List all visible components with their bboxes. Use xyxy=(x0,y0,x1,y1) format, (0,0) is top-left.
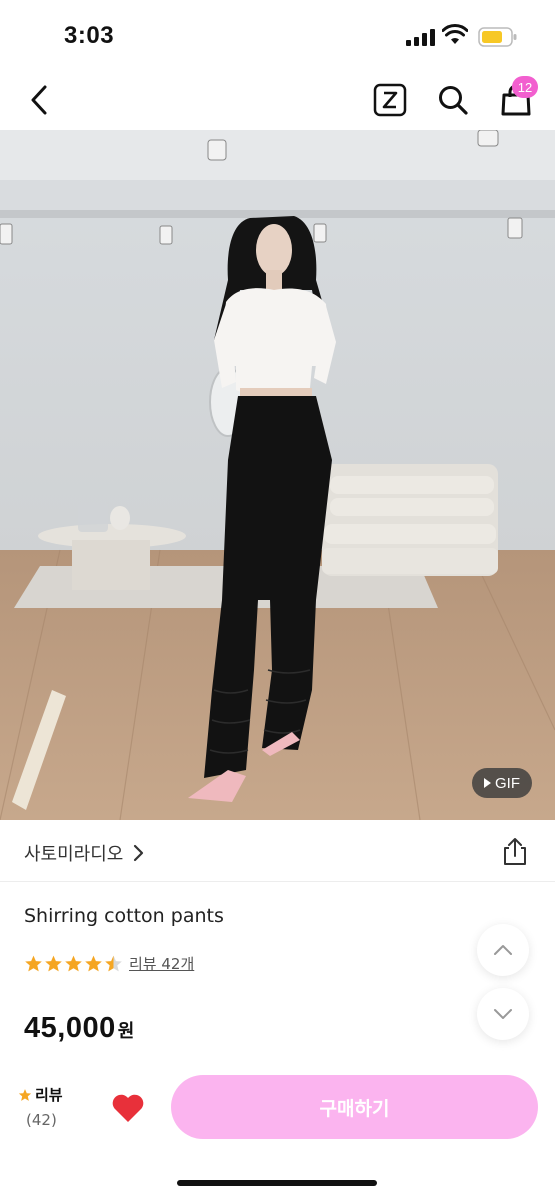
review-summary-button[interactable]: 리뷰 (42) xyxy=(18,1084,82,1129)
wishlist-button[interactable] xyxy=(108,1088,148,1128)
product-image[interactable] xyxy=(0,130,555,820)
scroll-up-button[interactable] xyxy=(477,924,529,976)
price-currency: 원 xyxy=(117,1021,135,1042)
chevron-up-icon xyxy=(494,945,512,955)
battery-icon xyxy=(478,27,517,47)
scroll-down-button[interactable] xyxy=(477,988,529,1040)
gif-badge[interactable]: GIF xyxy=(472,768,532,798)
status-bar: 3:03 xyxy=(0,0,555,72)
search-icon xyxy=(439,86,468,115)
chevron-right-icon xyxy=(134,844,144,862)
star-icon xyxy=(25,955,42,971)
cart-count-badge: 12 xyxy=(512,76,538,98)
shop-row: 사토미라디오 xyxy=(0,820,555,882)
price-row: 45,000 원 xyxy=(24,1012,134,1045)
cellular-signal-icon xyxy=(406,28,435,46)
star-rating xyxy=(24,954,123,973)
product-name: Shirring cotton pants xyxy=(24,905,224,927)
star-icon xyxy=(105,955,122,971)
gif-label: GIF xyxy=(495,774,520,792)
wifi-icon xyxy=(442,24,468,44)
star-icon xyxy=(45,955,62,971)
z-icon xyxy=(373,83,407,117)
star-icon xyxy=(85,955,102,971)
review-summary-label: 리뷰 xyxy=(35,1086,63,1104)
zigzag-home-button[interactable] xyxy=(372,82,408,118)
back-button[interactable] xyxy=(20,78,60,122)
review-summary-label-row: 리뷰 xyxy=(18,1084,82,1105)
top-nav-bar xyxy=(0,72,555,130)
share-icon[interactable] xyxy=(500,836,530,866)
status-time: 3:03 xyxy=(64,22,115,49)
home-indicator xyxy=(177,1180,377,1186)
search-button[interactable] xyxy=(434,80,472,120)
review-link[interactable]: 리뷰 42개 xyxy=(129,953,194,974)
bottom-purchase-bar: 리뷰 (42) 구매하기 xyxy=(0,1058,555,1200)
rating-row: 리뷰 42개 xyxy=(24,951,194,975)
back-icon xyxy=(31,85,47,115)
review-summary-count: (42) xyxy=(26,1111,57,1129)
shop-name: 사토미라디오 xyxy=(24,844,124,865)
product-photo xyxy=(0,130,555,820)
chevron-down-icon xyxy=(494,1009,512,1019)
star-icon xyxy=(18,1088,32,1101)
buy-button[interactable]: 구매하기 xyxy=(171,1075,538,1139)
shop-link[interactable]: 사토미라디오 xyxy=(24,840,145,866)
price-value: 45,000 xyxy=(24,1012,116,1044)
play-icon xyxy=(484,778,491,788)
star-icon xyxy=(65,955,82,971)
heart-icon xyxy=(112,1094,144,1122)
